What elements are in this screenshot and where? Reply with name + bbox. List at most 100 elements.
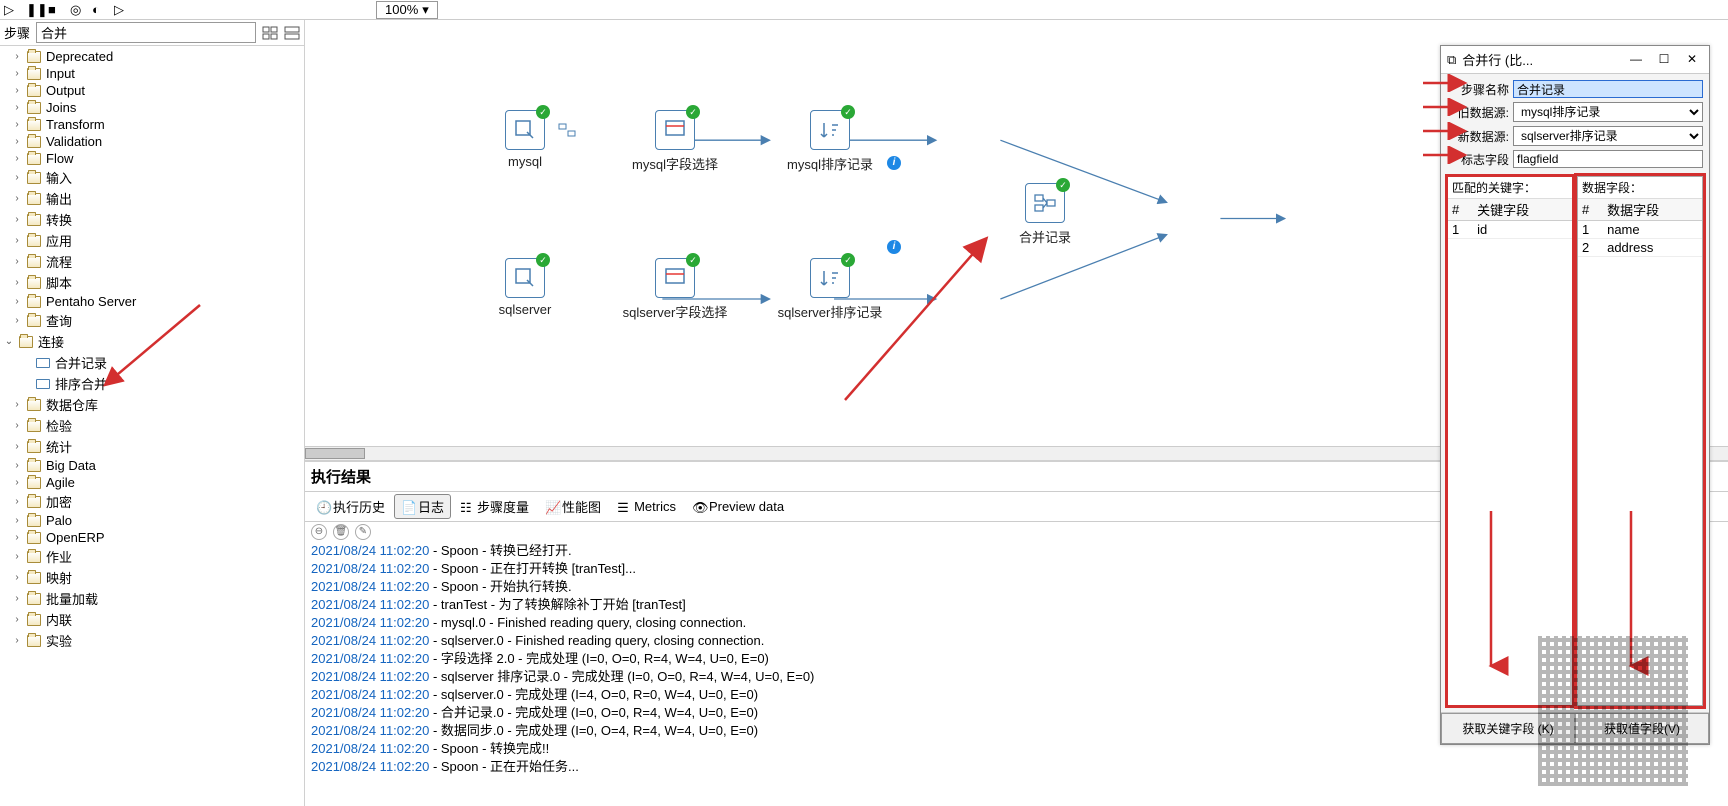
toolbar-icon[interactable]: ■ — [48, 2, 64, 18]
tree-item[interactable]: ›作业 — [0, 546, 304, 567]
tree-item[interactable]: ›Palo — [0, 512, 304, 529]
tree-item[interactable]: ›数据仓库 — [0, 394, 304, 415]
tree-item[interactable]: 合并记录 — [0, 352, 304, 373]
step-name-input[interactable] — [1513, 80, 1703, 98]
tree-item[interactable]: ›Joins — [0, 99, 304, 116]
node-sql-sort[interactable]: ✓ sqlserver排序记录 — [770, 258, 890, 321]
node-sqlserver[interactable]: ✓ sqlserver — [465, 258, 585, 317]
tree-item[interactable]: ›映射 — [0, 567, 304, 588]
folder-icon — [27, 441, 41, 453]
folder-icon — [27, 277, 41, 289]
step-tree[interactable]: ›Deprecated›Input›Output›Joins›Transform… — [0, 46, 304, 806]
tree-item[interactable]: ›内联 — [0, 609, 304, 630]
tree-item[interactable]: ›Pentaho Server — [0, 293, 304, 310]
step-icon — [36, 379, 50, 389]
key-fields-table[interactable]: 匹配的关键字： #关键字段 1id — [1447, 176, 1573, 706]
toolbar-icon[interactable]: ❚❚ — [26, 2, 42, 18]
tab-metrics2[interactable]: ☰Metrics — [610, 494, 683, 519]
folder-icon — [27, 614, 41, 626]
node-mysql-select[interactable]: ✓ mysql字段选择 — [615, 110, 735, 173]
tree-item[interactable]: ›Big Data — [0, 457, 304, 474]
tree-item[interactable]: ›Validation — [0, 133, 304, 150]
folder-icon — [27, 315, 41, 327]
search-input[interactable] — [36, 22, 256, 43]
tab-preview[interactable]: 👁Preview data — [685, 494, 791, 519]
log-settings-icon[interactable]: ✎ — [355, 524, 371, 540]
folder-icon — [27, 551, 41, 563]
folder-icon — [19, 336, 33, 348]
folder-icon — [27, 477, 41, 489]
step-icon — [36, 358, 50, 368]
tree-item[interactable]: ›流程 — [0, 251, 304, 272]
zoom-select[interactable]: 100%▾ — [376, 1, 438, 19]
folder-icon — [27, 119, 41, 131]
tab-perf[interactable]: 📈性能图 — [538, 494, 608, 519]
tree-item[interactable]: ›转换 — [0, 209, 304, 230]
log-line: 2021/08/24 11:02:20 - Spoon - 正在开始任务... — [311, 758, 1722, 776]
folder-icon — [27, 153, 41, 165]
folder-icon — [27, 172, 41, 184]
folder-icon — [27, 214, 41, 226]
table-row: 2address — [1578, 239, 1702, 257]
data-fields-table[interactable]: 数据字段： #数据字段 1name 2address — [1577, 176, 1703, 706]
toolbar-icon[interactable]: ◐ — [92, 2, 108, 18]
minimize-button[interactable]: — — [1625, 52, 1647, 68]
tree-item[interactable]: ›加密 — [0, 491, 304, 512]
table-row: 1name — [1578, 221, 1702, 239]
folder-icon — [27, 593, 41, 605]
tree-item[interactable]: ›查询 — [0, 310, 304, 331]
folder-icon — [27, 102, 41, 114]
tree-item[interactable]: ›应用 — [0, 230, 304, 251]
toolbar-icon[interactable]: ▷ — [114, 2, 130, 18]
tree-item[interactable]: ›OpenERP — [0, 529, 304, 546]
tree-item[interactable]: ›批量加载 — [0, 588, 304, 609]
folder-icon — [27, 460, 41, 472]
toolbar-icon[interactable]: ▷ — [4, 2, 20, 18]
folder-icon — [27, 635, 41, 647]
tree-item[interactable]: ›统计 — [0, 436, 304, 457]
node-merge[interactable]: ✓ 合并记录 — [985, 183, 1105, 246]
folder-icon — [27, 399, 41, 411]
tree-item[interactable]: ›检验 — [0, 415, 304, 436]
new-source-select[interactable]: sqlserver排序记录 — [1513, 126, 1703, 146]
log-clear-icon[interactable]: ⊖ — [311, 524, 327, 540]
folder-icon — [27, 420, 41, 432]
tree-collapse-icon[interactable] — [284, 26, 300, 40]
tree-expand-icon[interactable] — [262, 26, 278, 40]
tree-item[interactable]: ›Output — [0, 82, 304, 99]
tree-item[interactable]: 排序合并 — [0, 373, 304, 394]
folder-icon — [27, 136, 41, 148]
tree-item[interactable]: ›Input — [0, 65, 304, 82]
tree-item[interactable]: ›脚本 — [0, 272, 304, 293]
tree-item[interactable]: ›Agile — [0, 474, 304, 491]
folder-icon — [27, 68, 41, 80]
tree-item[interactable]: ›输入 — [0, 167, 304, 188]
folder-icon — [27, 496, 41, 508]
qr-watermark — [1538, 636, 1688, 786]
tree-item[interactable]: ⌄连接 — [0, 331, 304, 352]
tab-log[interactable]: 📄日志 — [394, 494, 451, 519]
tree-item[interactable]: ›输出 — [0, 188, 304, 209]
tab-history[interactable]: 🕘执行历史 — [309, 494, 392, 519]
folder-icon — [27, 532, 41, 544]
flag-field-input[interactable] — [1513, 150, 1703, 168]
tab-metrics[interactable]: ☷步骤度量 — [453, 494, 536, 519]
folder-icon — [27, 296, 41, 308]
close-button[interactable]: ✕ — [1681, 52, 1703, 68]
tree-item[interactable]: ›实验 — [0, 630, 304, 651]
node-sql-select[interactable]: ✓ sqlserver字段选择 — [615, 258, 735, 321]
tree-item[interactable]: ›Flow — [0, 150, 304, 167]
folder-icon — [27, 235, 41, 247]
tree-item[interactable]: ›Transform — [0, 116, 304, 133]
old-source-select[interactable]: mysql排序记录 — [1513, 102, 1703, 122]
table-row: 1id — [1448, 221, 1572, 239]
maximize-button[interactable]: ☐ — [1653, 52, 1675, 68]
folder-icon — [27, 256, 41, 268]
dialog-title: 合并行 (比... — [1462, 50, 1619, 69]
log-delete-icon[interactable]: 🗑 — [333, 524, 349, 540]
tree-item[interactable]: ›Deprecated — [0, 48, 304, 65]
node-mysql-sort[interactable]: ✓ mysql排序记录 — [770, 110, 890, 173]
toolbar-icon[interactable]: ◎ — [70, 2, 86, 18]
folder-icon — [27, 515, 41, 527]
folder-icon — [27, 51, 41, 63]
